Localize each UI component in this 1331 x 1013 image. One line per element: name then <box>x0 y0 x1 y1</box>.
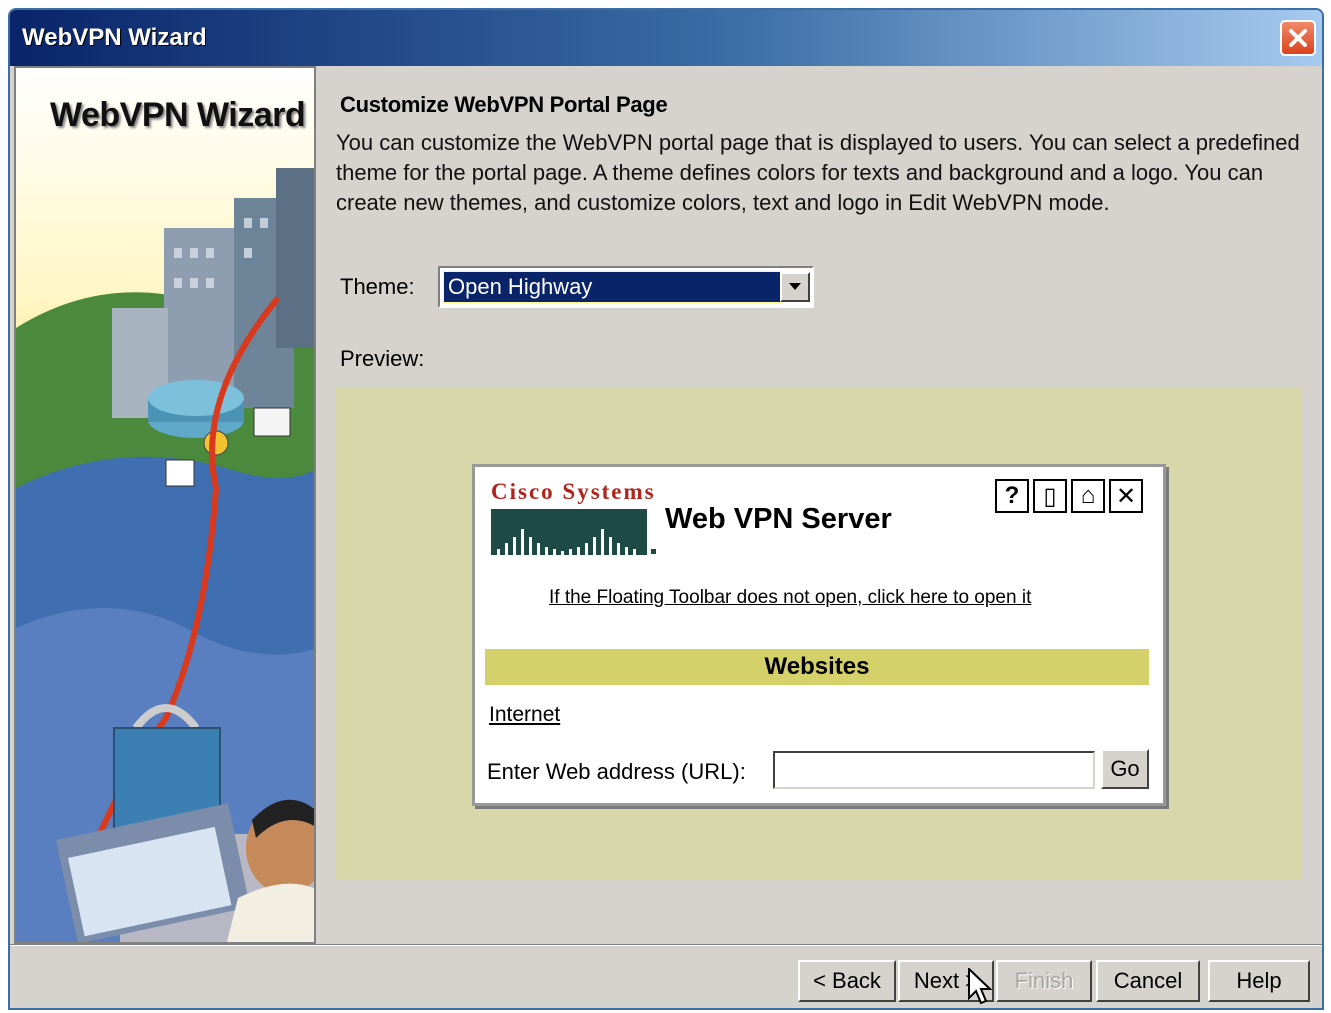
close-icon[interactable]: ✕ <box>1109 479 1143 513</box>
server-title: Web VPN Server <box>665 503 892 535</box>
preview-area: Cisco Systems Web VPN Server ? ▯ ⌂ ✕ If … <box>336 388 1302 880</box>
window-title: WebVPN Wizard <box>22 24 207 51</box>
cisco-logo-icon <box>491 509 656 555</box>
home-icon[interactable]: ⌂ <box>1071 479 1105 513</box>
wizard-window: WebVPN Wizard WebVPN Wizard Customize We… <box>8 8 1324 1010</box>
close-button[interactable] <box>1280 20 1316 56</box>
page-heading: Customize WebVPN Portal Page <box>340 92 668 117</box>
help-icon[interactable]: ? <box>995 479 1029 513</box>
portal-toolbar: ? ▯ ⌂ ✕ <box>995 479 1143 513</box>
portal-preview: Cisco Systems Web VPN Server ? ▯ ⌂ ✕ If … <box>472 464 1166 806</box>
mouse-cursor-icon <box>968 968 992 1005</box>
page-description: You can customize the WebVPN portal page… <box>336 130 1300 215</box>
toolbar-icon[interactable]: ▯ <box>1033 479 1067 513</box>
help-button[interactable]: Help <box>1208 960 1310 1002</box>
url-label: Enter Web address (URL): <box>487 759 746 784</box>
floating-toolbar-link[interactable]: If the Floating Toolbar does not open, c… <box>549 587 1031 609</box>
theme-dropdown-button[interactable] <box>780 272 810 302</box>
button-separator <box>10 944 1322 946</box>
internet-link[interactable]: Internet <box>489 703 560 727</box>
preview-label: Preview: <box>340 346 425 371</box>
theme-selected-value: Open Highway <box>443 271 781 303</box>
chevron-down-icon <box>789 283 801 290</box>
theme-label: Theme: <box>340 274 415 299</box>
title-bar: WebVPN Wizard <box>10 10 1322 66</box>
close-icon <box>1289 29 1307 47</box>
panel-title: WebVPN Wizard <box>50 96 306 134</box>
go-button[interactable]: Go <box>1101 749 1149 789</box>
websites-header: Websites <box>485 649 1149 685</box>
url-input[interactable] <box>773 751 1095 789</box>
wizard-illustration <box>16 168 314 942</box>
content-area: Customize WebVPN Portal Page You can cus… <box>336 66 1310 936</box>
wizard-illustration-panel: WebVPN Wizard <box>14 66 316 944</box>
back-button[interactable]: < Back <box>798 960 896 1002</box>
finish-button[interactable]: Finish <box>996 960 1092 1002</box>
theme-select[interactable]: Open Highway <box>438 266 814 308</box>
cancel-button[interactable]: Cancel <box>1096 960 1200 1002</box>
cisco-brand-text: Cisco Systems <box>491 479 656 504</box>
